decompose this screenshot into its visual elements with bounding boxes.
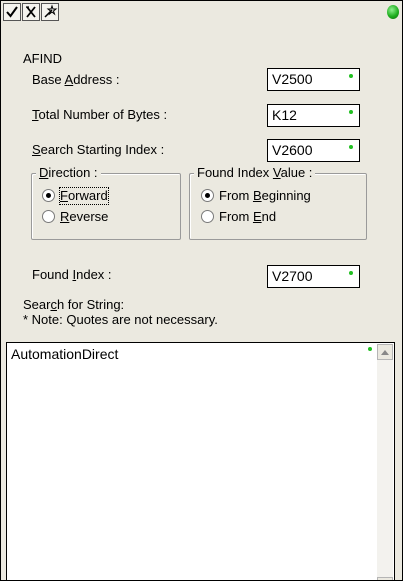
base-address-field[interactable]: V2500 — [267, 68, 360, 91]
total-bytes-field[interactable]: K12 — [267, 104, 360, 127]
found-index-value-group: Found Index Value : From Beginning From … — [189, 165, 367, 240]
search-string-textarea[interactable]: AutomationDirect — [6, 342, 395, 580]
radio-from-end-dot[interactable] — [201, 210, 214, 223]
accept-button[interactable] — [3, 3, 21, 21]
search-string-label: Search for String: — [23, 297, 125, 312]
radio-from-beginning-label: From Beginning — [219, 188, 311, 203]
parameter-panel: AFIND Base Address : V2500 Total Number … — [1, 25, 402, 580]
toolbar — [1, 1, 402, 25]
radio-from-beginning-dot[interactable] — [201, 189, 214, 202]
wizard-icon — [44, 4, 58, 18]
direction-legend: Direction : — [36, 165, 101, 181]
found-index-field[interactable]: V2700 — [267, 265, 360, 288]
direction-group: Direction : Forward Reverse — [31, 165, 181, 240]
radio-forward-label: Forward — [59, 187, 109, 205]
valid-indicator-icon — [349, 110, 353, 114]
search-start-field[interactable]: V2600 — [267, 139, 360, 162]
instruction-name: AFIND — [23, 51, 62, 66]
search-string-value: AutomationDirect — [11, 346, 119, 362]
search-start-value: V2600 — [272, 142, 313, 158]
found-index-label: Found Index : — [32, 267, 112, 282]
afind-dialog: AFIND Base Address : V2500 Total Number … — [0, 0, 403, 581]
cancel-icon — [26, 6, 36, 18]
found-index-value-legend: Found Index Value : — [194, 165, 316, 181]
total-bytes-value: K12 — [272, 107, 297, 123]
base-address-label: Base Address : — [32, 72, 120, 87]
total-bytes-label: Total Number of Bytes : — [32, 107, 168, 122]
wizard-button[interactable] — [41, 3, 59, 21]
valid-indicator-icon — [368, 347, 372, 351]
scroll-down-button[interactable] — [377, 577, 393, 580]
found-index-value: V2700 — [272, 268, 313, 284]
radio-reverse-label: Reverse — [60, 209, 109, 224]
vertical-scrollbar[interactable] — [377, 344, 393, 580]
valid-indicator-icon — [349, 271, 353, 275]
cancel-button[interactable] — [22, 3, 40, 21]
scroll-up-button[interactable] — [377, 344, 393, 360]
radio-forward-dot[interactable] — [42, 189, 55, 202]
valid-indicator-icon — [349, 145, 353, 149]
valid-indicator-icon — [349, 74, 353, 78]
radio-from-end-label: From End — [219, 209, 277, 224]
status-indicator-icon — [387, 5, 399, 19]
arrow-up-icon — [381, 350, 389, 355]
quotes-note: * Note: Quotes are not necessary. — [23, 312, 218, 327]
radio-reverse-dot[interactable] — [42, 210, 55, 223]
base-address-value: V2500 — [272, 71, 313, 87]
search-start-label: Search Starting Index : — [32, 142, 165, 157]
checkmark-icon — [6, 6, 18, 18]
